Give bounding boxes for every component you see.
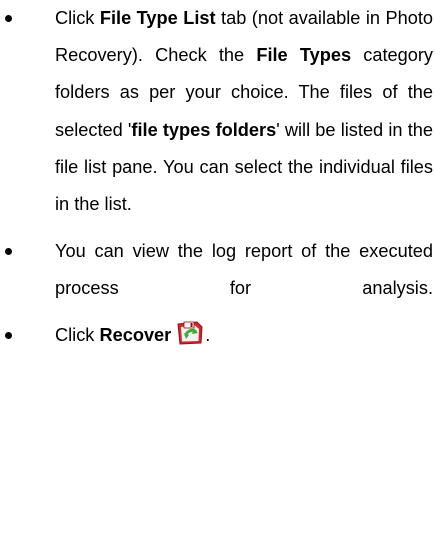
list-item: Click Recover . [0, 317, 435, 354]
item-text: You can view the log report of the execu… [55, 241, 433, 299]
item-text: Click [55, 324, 100, 345]
instruction-list: Click File Type List tab (not available … [0, 0, 435, 354]
bullet [5, 331, 12, 339]
file-types-folders-label: file types folders [131, 119, 277, 140]
file-type-list-label: File Type List [99, 8, 216, 28]
file-types-label: File Types [256, 45, 352, 66]
recover-icon [175, 318, 205, 346]
bullet [5, 15, 12, 22]
list-item: Click File Type List tab (not available … [0, 0, 435, 223]
item-text: . [205, 324, 211, 345]
bullet [5, 248, 12, 256]
list-item: You can view the log report of the execu… [0, 233, 435, 307]
item-text: Click [55, 8, 100, 28]
recover-label: Recover [99, 324, 172, 345]
